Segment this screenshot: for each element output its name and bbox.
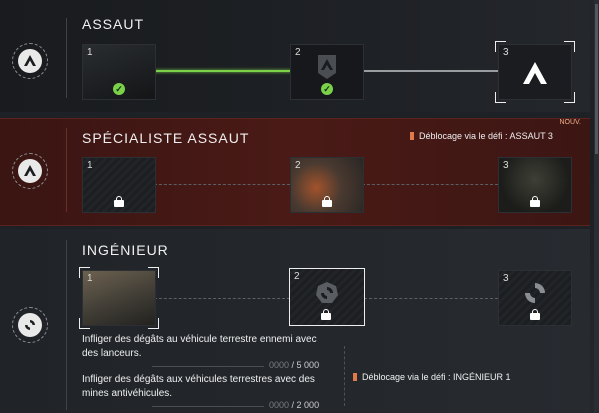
lock-icon (530, 196, 540, 207)
divider (66, 240, 67, 410)
scrollbar-thumb[interactable] (595, 4, 598, 154)
selection-corner (495, 92, 506, 103)
card-number: 3 (503, 160, 509, 171)
challenge-progress: 0000 / 2 000 (269, 400, 320, 410)
completed-check-icon: ✓ (321, 83, 333, 95)
divider (344, 346, 345, 406)
card-number: 1 (87, 160, 93, 171)
card-number: 1 (87, 47, 93, 58)
completed-check-icon: ✓ (113, 83, 125, 95)
unlock-card-3[interactable]: 3 (498, 270, 572, 326)
progress-line (364, 298, 498, 299)
selection-corner (564, 41, 575, 52)
section-title-assault-specialist: SPÉCIALISTE ASSAUT (82, 130, 250, 146)
assault-emblem-icon (318, 55, 336, 79)
unlock-card-2[interactable]: 2 (290, 157, 364, 213)
assault-class-icon (523, 62, 547, 84)
unlock-text: Déblocage via le défi : INGÉNIEUR 1 (362, 372, 511, 382)
challenge-progress: 0000 / 5 000 (269, 360, 320, 370)
selection-corner (148, 318, 159, 329)
card-number: 2 (295, 160, 301, 171)
engineer-emblem-icon (316, 282, 338, 303)
lock-icon (114, 196, 124, 207)
section-title-assault: ASSAUT (82, 16, 145, 32)
assault-class-icon (12, 153, 48, 189)
selection-corner (564, 92, 575, 103)
lock-icon (322, 196, 332, 207)
challenge-progress-bar (152, 406, 264, 407)
unlock-card-1[interactable]: 1 (82, 157, 156, 213)
unlock-requirement: Déblocage via le défi : INGÉNIEUR 1 (353, 372, 511, 382)
progress-line (362, 184, 498, 185)
unlock-card-2[interactable]: 2 (289, 268, 365, 326)
divider (66, 18, 67, 98)
scrollbar[interactable] (594, 0, 599, 413)
progress-line (154, 70, 292, 72)
selection-corner (79, 318, 90, 329)
lock-icon (410, 132, 414, 140)
selection-corner (148, 267, 159, 278)
unlock-card-1[interactable]: 1 (79, 267, 159, 329)
unlock-card-3[interactable]: 3 (495, 41, 575, 103)
challenge-text: Infliger des dégâts au véhicule terrestr… (82, 334, 317, 359)
unlock-text: Déblocage via le défi : ASSAUT 3 (419, 131, 553, 141)
assault-class-icon (12, 43, 48, 79)
progress-line (154, 184, 290, 185)
new-badge: NOUV. (559, 119, 581, 126)
card-number: 2 (294, 271, 300, 282)
selection-corner (79, 267, 90, 278)
unlock-card-1[interactable]: 1 ✓ (82, 44, 156, 100)
engineer-class-icon (525, 283, 545, 303)
unlock-card-3[interactable]: 3 (498, 157, 572, 213)
unlock-card-2[interactable]: 2 ✓ (290, 44, 364, 100)
progress-line (154, 298, 290, 299)
engineer-class-icon (12, 307, 48, 343)
divider (66, 128, 67, 212)
challenge-text: Infliger des dégâts aux véhicules terres… (82, 374, 315, 399)
section-title-engineer: INGÉNIEUR (82, 242, 169, 258)
selection-corner (495, 41, 506, 52)
challenge-progress-bar (152, 366, 264, 367)
lock-icon (530, 309, 540, 320)
progress-line (362, 70, 500, 72)
unlock-requirement: Déblocage via le défi : ASSAUT 3 (410, 131, 553, 141)
lock-icon (353, 373, 357, 381)
card-number: 3 (503, 273, 509, 284)
card-number: 2 (295, 47, 301, 58)
lock-icon (321, 309, 331, 320)
